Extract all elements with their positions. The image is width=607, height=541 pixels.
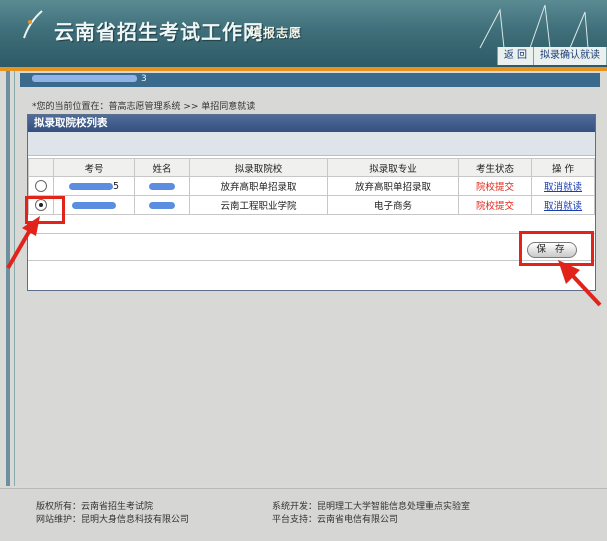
footer-right: 系统开发：昆明理工大学智能信息处理重点实验室 平台支持：云南省电信有限公司 bbox=[272, 502, 471, 525]
arrow-icon bbox=[6, 216, 602, 307]
top-nav: 返 回 拟录确认就读 bbox=[496, 47, 607, 65]
col-exam-no: 考号 bbox=[53, 158, 135, 177]
footer-left: 版权所有：云南省招生考试院 网站维护：昆明大身信息科技有限公司 bbox=[36, 502, 190, 525]
section-title: 填报志愿 bbox=[250, 26, 303, 40]
col-name: 姓名 bbox=[134, 158, 190, 177]
panel-toolbar bbox=[28, 132, 595, 156]
page-footer: 版权所有：云南省招生考试院 网站维护：昆明大身信息科技有限公司 系统开发：昆明理… bbox=[0, 488, 607, 541]
major-cell: 放弃高职单招录取 bbox=[327, 176, 459, 196]
nav-confirm-link[interactable]: 拟录确认就读 bbox=[534, 47, 607, 65]
redacted-user bbox=[32, 75, 137, 82]
breadcrumb: *您的当前位置在：普高志愿管理系统 >> 单招同意就读 bbox=[32, 102, 256, 112]
school-cell: 放弃高职单招录取 bbox=[189, 176, 328, 196]
table-header: 考号 姓名 拟录取院校 拟录取专业 考生状态 操 作 bbox=[28, 158, 595, 177]
row-radio[interactable] bbox=[35, 180, 47, 192]
col-select bbox=[28, 158, 54, 177]
user-info: 3 bbox=[32, 74, 147, 84]
site-banner: 云南省招生考试工作网 填报志愿 返 回 拟录确认就读 bbox=[0, 0, 607, 67]
redacted-exam-no bbox=[68, 182, 113, 190]
col-status: 考生状态 bbox=[458, 158, 532, 177]
col-major: 拟录取专业 bbox=[327, 158, 459, 177]
col-school: 拟录取院校 bbox=[189, 158, 328, 177]
cancel-enroll-link[interactable]: 取消就读 bbox=[544, 182, 582, 193]
redacted-name bbox=[149, 182, 175, 190]
nav-back-link[interactable]: 返 回 bbox=[498, 47, 534, 65]
status-cell: 院校提交 bbox=[458, 176, 532, 196]
logo-icon bbox=[23, 10, 43, 39]
col-action: 操 作 bbox=[531, 158, 595, 177]
site-title: 云南省招生考试工作网 bbox=[54, 20, 264, 44]
panel-title: 拟录取院校列表 bbox=[28, 115, 595, 132]
banner-decoration-icon bbox=[479, 4, 589, 49]
table-row: 5 放弃高职单招录取 放弃高职单招录取 院校提交 取消就读 bbox=[28, 176, 595, 196]
